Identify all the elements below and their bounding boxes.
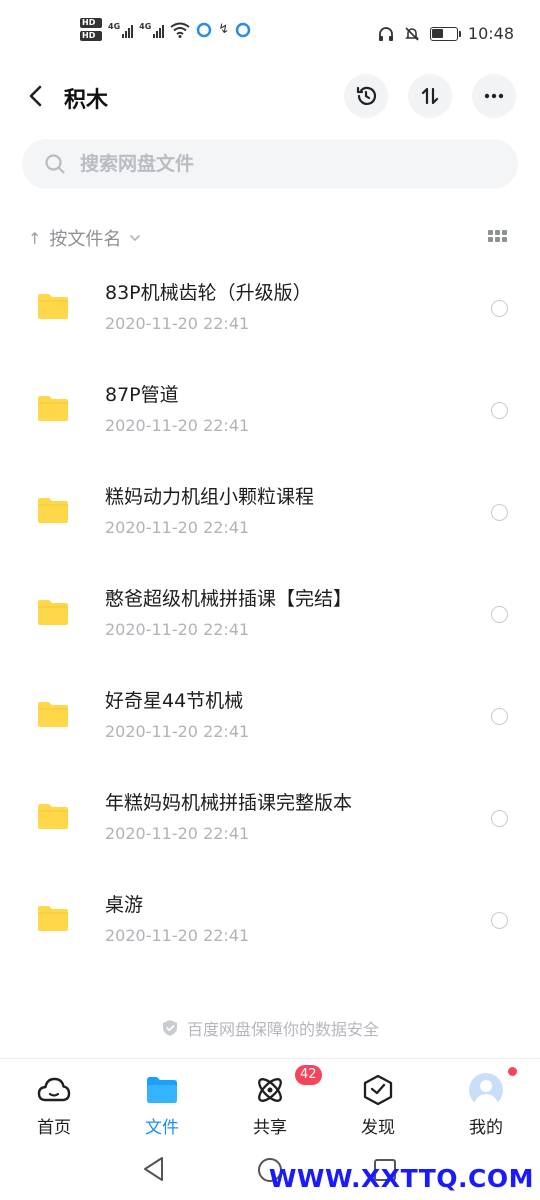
- select-checkbox[interactable]: [491, 810, 508, 827]
- select-checkbox[interactable]: [491, 708, 508, 725]
- folder-icon: [38, 498, 68, 523]
- header: 积木: [0, 72, 540, 120]
- status-right: 10:48: [378, 24, 514, 43]
- headphones-icon: [378, 26, 393, 41]
- more-dots-icon: [484, 93, 504, 99]
- sort-bar: ↑ 按文件名: [28, 224, 512, 252]
- tab-files[interactable]: 文件: [108, 1059, 216, 1140]
- chevron-down-icon[interactable]: [129, 232, 141, 244]
- transfer-button[interactable]: [408, 74, 452, 118]
- grid-view-icon[interactable]: [488, 230, 508, 244]
- select-checkbox[interactable]: [491, 402, 508, 419]
- file-date: 2020-11-20 22:41: [105, 314, 250, 333]
- select-checkbox[interactable]: [491, 606, 508, 623]
- avatar-icon: [469, 1073, 503, 1107]
- tab-me-label: 我的: [469, 1118, 503, 1138]
- file-date: 2020-11-20 22:41: [105, 722, 250, 741]
- avatar-wrapper: [469, 1067, 517, 1107]
- back-button[interactable]: [20, 80, 52, 112]
- tab-home[interactable]: 首页: [0, 1059, 108, 1140]
- nav-back-icon[interactable]: [142, 1156, 166, 1182]
- app-notification-icon-2: ↯: [218, 22, 230, 37]
- list-item[interactable]: 好奇星44节机械 2020-11-20 22:41: [0, 664, 540, 766]
- tab-discover[interactable]: 发现: [324, 1059, 432, 1140]
- hd-indicators: HD HD: [80, 18, 102, 41]
- list-item[interactable]: 桌游 2020-11-20 22:41: [0, 868, 540, 970]
- transfer-arrows-icon: [421, 87, 439, 105]
- shield-icon: [162, 1020, 177, 1036]
- select-checkbox[interactable]: [491, 300, 508, 317]
- folder-icon: [38, 906, 68, 931]
- security-note-text: 百度网盘保障你的数据安全: [186, 1020, 379, 1039]
- select-checkbox[interactable]: [491, 912, 508, 929]
- app-notification-icon-3: [235, 22, 251, 37]
- watermark: WWW.XXTTQ.COM: [268, 1164, 534, 1193]
- more-button[interactable]: [472, 74, 516, 118]
- tab-share-label: 共享: [253, 1118, 287, 1138]
- file-list: 83P机械齿轮（升级版） 2020-11-20 22:41 87P管道 2020…: [0, 256, 540, 970]
- clock: 10:48: [467, 24, 514, 43]
- signal-icon-1: 4G: [108, 21, 134, 38]
- list-item[interactable]: 糕妈动力机组小颗粒课程 2020-11-20 22:41: [0, 460, 540, 562]
- app-notification-icon-1: [197, 22, 212, 37]
- status-left: HD HD 4G 4G ↯: [80, 18, 251, 41]
- search-icon: [44, 153, 66, 175]
- file-name: 憨爸超级机械拼插课【完结】: [105, 588, 353, 610]
- search-bar[interactable]: [22, 139, 518, 189]
- share-badge: 42: [295, 1065, 322, 1085]
- chevron-left-icon: [29, 85, 42, 107]
- file-date: 2020-11-20 22:41: [105, 926, 250, 945]
- file-date: 2020-11-20 22:41: [105, 620, 250, 639]
- network-type-2: 4G: [139, 21, 152, 31]
- security-note: 百度网盘保障你的数据安全: [0, 1016, 540, 1040]
- file-name: 87P管道: [105, 384, 179, 406]
- system-nav-bar: WWW.XXTTQ.COM: [0, 1140, 540, 1200]
- wifi-icon: [170, 22, 190, 38]
- file-name: 糕妈动力机组小颗粒课程: [105, 486, 315, 508]
- notification-dot: [508, 1067, 517, 1076]
- network-type-1: 4G: [108, 21, 121, 31]
- list-item[interactable]: 年糕妈妈机械拼插课完整版本 2020-11-20 22:41: [0, 766, 540, 868]
- list-item[interactable]: 83P机械齿轮（升级版） 2020-11-20 22:41: [0, 256, 540, 358]
- folder-icon: [38, 294, 68, 319]
- sort-label[interactable]: 按文件名: [49, 225, 121, 251]
- battery-icon: [429, 26, 461, 41]
- hd-badge-1: HD: [80, 18, 102, 28]
- file-name: 桌游: [105, 894, 144, 916]
- history-icon: [356, 86, 377, 105]
- folder-icon: [38, 600, 68, 625]
- hd-badge-2: HD: [80, 31, 102, 41]
- file-name: 83P机械齿轮（升级版）: [105, 282, 312, 304]
- page-title: 积木: [64, 88, 109, 113]
- search-input[interactable]: [80, 153, 460, 175]
- history-button[interactable]: [344, 74, 388, 118]
- status-bar: HD HD 4G 4G ↯ 10:48: [0, 0, 540, 64]
- cube-icon: [361, 1073, 395, 1107]
- tab-home-label: 首页: [37, 1118, 71, 1138]
- tab-files-label: 文件: [145, 1118, 179, 1138]
- sort-direction-icon[interactable]: ↑: [28, 229, 41, 248]
- file-name: 年糕妈妈机械拼插课完整版本: [105, 792, 353, 814]
- file-name: 好奇星44节机械: [105, 690, 244, 712]
- select-checkbox[interactable]: [491, 504, 508, 521]
- cloud-icon: [37, 1073, 71, 1107]
- list-item[interactable]: 憨爸超级机械拼插课【完结】 2020-11-20 22:41: [0, 562, 540, 664]
- file-date: 2020-11-20 22:41: [105, 416, 250, 435]
- tab-share[interactable]: 42 共享: [216, 1059, 324, 1140]
- folder-icon: [38, 804, 68, 829]
- signal-icon-2: 4G: [139, 21, 165, 38]
- mute-bell-icon: [404, 26, 419, 41]
- folder-icon: [38, 396, 68, 421]
- atom-icon: 42: [253, 1065, 322, 1107]
- folder-icon: [38, 702, 68, 727]
- file-date: 2020-11-20 22:41: [105, 824, 250, 843]
- folder-icon: [145, 1073, 179, 1107]
- list-item[interactable]: 87P管道 2020-11-20 22:41: [0, 358, 540, 460]
- bottom-tab-bar: 首页 文件 42 共享 发现 我的: [0, 1058, 540, 1140]
- tab-me[interactable]: 我的: [432, 1059, 540, 1140]
- file-date: 2020-11-20 22:41: [105, 518, 250, 537]
- tab-discover-label: 发现: [361, 1118, 395, 1138]
